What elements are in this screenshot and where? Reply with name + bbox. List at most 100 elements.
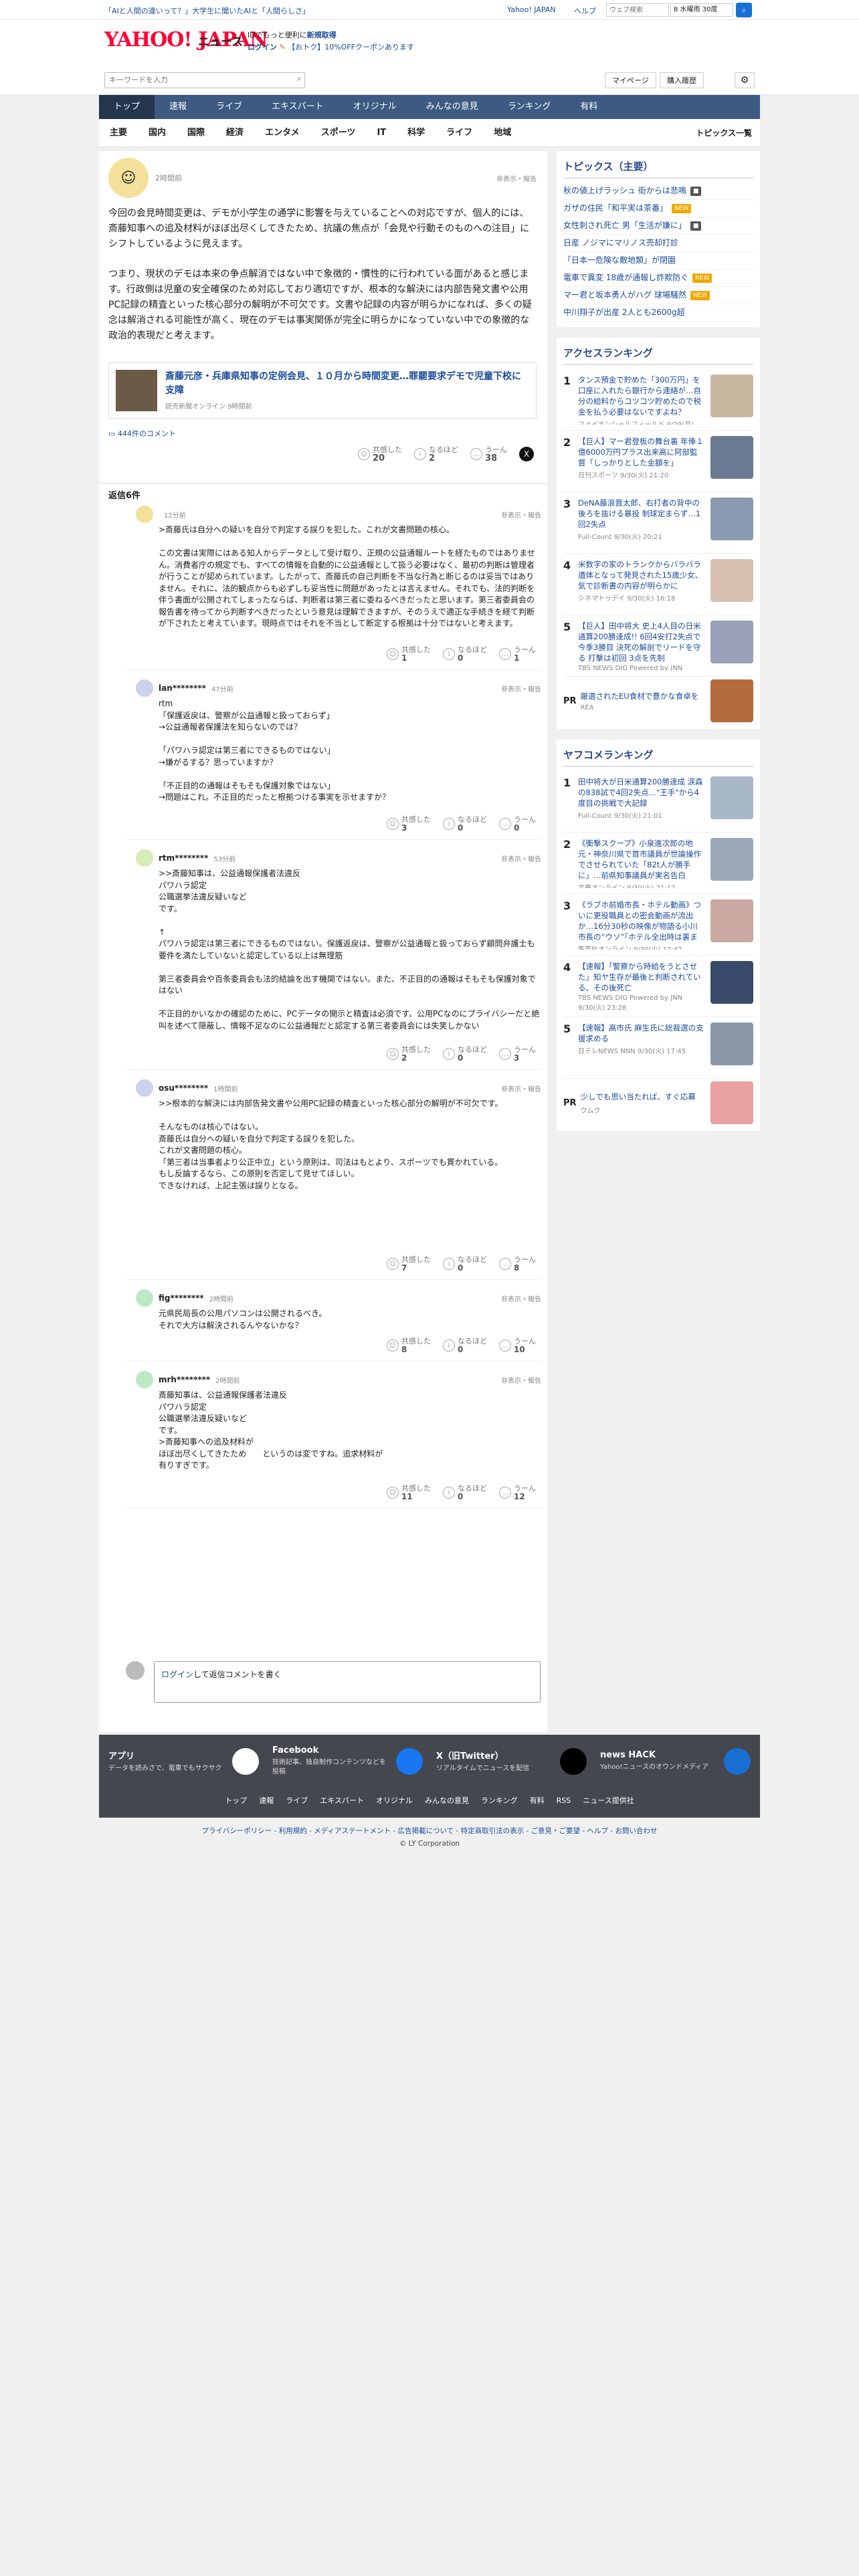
ranking-item[interactable]: 3 《ラブホ前婚市長・ホテル動画》ついに更役職員との密会動画が流出か…16分30秒… xyxy=(563,894,753,956)
pr-ad-link[interactable]: 厳選されたEU食材で豊かな食卓を xyxy=(581,691,706,702)
topic-item[interactable]: ガザの住民「和平実は茶番」 NEW xyxy=(563,200,753,217)
footer-link[interactable]: オリジナル xyxy=(376,1795,413,1806)
footer-link[interactable]: ライブ xyxy=(286,1795,308,1806)
category-tab-5[interactable]: スポーツ xyxy=(310,119,367,147)
insight-button[interactable]: i なるほど 0 xyxy=(443,1337,487,1354)
report-link[interactable]: 非表示・報告 xyxy=(501,853,541,863)
article-card[interactable]: 斎藤元彦・兵庫県知事の定例会見、１０月から時間変更…罪罷要求デモで児童下校に支障… xyxy=(108,362,537,419)
report-link[interactable]: 非表示・報告 xyxy=(501,1083,541,1093)
reply-login-link[interactable]: ログイン xyxy=(161,1670,193,1679)
ranking-item[interactable]: 1 田中将大が日米通算200勝達成 涙森の838試で4回2失点…"王手"から4度目… xyxy=(563,771,753,833)
category-tab-1[interactable]: 国内 xyxy=(138,119,177,147)
search-icon[interactable]: ⌕ xyxy=(297,74,302,84)
insight-button[interactable]: i なるほど 0 xyxy=(443,645,487,663)
category-tab-8[interactable]: ライフ xyxy=(436,119,483,147)
insight-button[interactable]: i なるほど 2 xyxy=(414,445,458,463)
search-icon[interactable]: ⌕ xyxy=(736,3,752,17)
mypage-button[interactable]: マイページ xyxy=(605,72,656,88)
footer-link[interactable]: RSS xyxy=(557,1796,571,1805)
purchase-history-button[interactable]: 購入履歴 xyxy=(660,72,704,88)
report-link[interactable]: 非表示・報告 xyxy=(496,173,537,183)
hmm-button[interactable]: … うーん 0 xyxy=(499,815,536,833)
topic-item[interactable]: マー君と坂本勇人がハグ 球場騒然 NEW xyxy=(563,287,753,304)
nav-tab-0[interactable]: トップ xyxy=(99,95,155,119)
reply-user[interactable]: lan******** xyxy=(159,683,206,693)
help-link[interactable]: ヘルプ xyxy=(574,5,596,16)
topic-item[interactable]: 「日本一危険な敷地類」が閉園 xyxy=(563,252,753,270)
nav-tab-4[interactable]: オリジナル xyxy=(339,95,411,119)
comment-count-link[interactable]: ▭ 444件のコメント xyxy=(108,428,537,439)
footer-link[interactable]: トップ xyxy=(225,1795,247,1806)
empathy-button[interactable]: ☺ 共感した 8 xyxy=(387,1337,431,1354)
topic-item[interactable]: 電車で異変 18歳が通報し詐欺防ぐ NEW xyxy=(563,270,753,287)
hmm-button[interactable]: … うーん 10 xyxy=(499,1337,536,1354)
footer-link[interactable]: ランキング xyxy=(481,1795,518,1806)
empathy-button[interactable]: ☺ 共感した 7 xyxy=(387,1255,431,1273)
ranking-item[interactable]: 2 《衝撃スクープ》小泉進次郎の地元・神奈川県で首市議員が世論操作でさせられていた… xyxy=(563,833,753,894)
empathy-button[interactable]: ☺ 共感した 1 xyxy=(387,645,431,663)
category-tab-9[interactable]: 地域 xyxy=(483,119,522,147)
gear-icon[interactable]: ⚙ xyxy=(735,72,755,88)
hmm-button[interactable]: … うーん 1 xyxy=(499,645,536,663)
promo-link[interactable]: 「AIと人間の違いって？」大学生に聞いたAIと「人間らしさ」 xyxy=(104,5,310,16)
empathy-button[interactable]: ☺ 共感した 20 xyxy=(358,445,402,463)
ranking-item[interactable]: 3 DeNA藤浪晋太郎、右打者の背中の後ろを抜ける暴投 制球定まらず…1回2失点 F… xyxy=(563,492,753,554)
footer-link[interactable]: ニュース提供社 xyxy=(583,1795,634,1806)
keyword-search-input[interactable] xyxy=(104,72,305,88)
topic-item[interactable]: 秋の値上げラッシュ 街からは悲鳴 ■ xyxy=(563,183,753,200)
report-link[interactable]: 非表示・報告 xyxy=(501,1375,541,1385)
nav-tab-5[interactable]: みんなの意見 xyxy=(411,95,493,119)
ranking-item[interactable]: 5 【速報】高市氏 麻生氏に総裁選の支援求める 日テレNEWS NNN 9/30(火… xyxy=(563,1017,753,1079)
reply-input[interactable]: ログインして返信コメントを書く xyxy=(154,1661,541,1703)
ranking-item[interactable]: 4 米数字の家のトランクからバラバラ遺体となって発見された15歳少女、気で診断書の… xyxy=(563,554,753,615)
footer-link[interactable]: みんなの意見 xyxy=(425,1795,469,1806)
topics-list-link[interactable]: トピックス一覧 xyxy=(696,127,760,138)
pr-ad-link[interactable]: 少しでも思い当たれば、すぐ応募 xyxy=(581,1091,706,1102)
ranking-item[interactable]: 2 【巨人】マー君登板の舞台裏 年俸１億6000万円プラス出来高に阿部監督「しっか… xyxy=(563,431,753,492)
hmm-button[interactable]: … うーん 12 xyxy=(499,1484,536,1501)
hmm-button[interactable]: … うーん 3 xyxy=(499,1045,536,1063)
nav-tab-2[interactable]: ライブ xyxy=(201,95,257,119)
footer-promo[interactable]: X（旧Twitter） リアルタイムでニュースを配信 xyxy=(436,1747,587,1775)
insight-button[interactable]: i なるほど 0 xyxy=(443,815,487,833)
empathy-button[interactable]: ☺ 共感した 2 xyxy=(387,1045,431,1063)
reply-user[interactable]: rtm******** xyxy=(159,853,208,863)
coupon-link[interactable]: 【おトク】10%OFFクーポンあります xyxy=(288,43,414,51)
insight-button[interactable]: i なるほど 0 xyxy=(443,1484,487,1501)
id-signup-link[interactable]: 新規取得 xyxy=(307,31,337,39)
pr-ad-image[interactable] xyxy=(710,1081,753,1124)
legal-links[interactable]: プライバシーポリシー - 利用規約 - メディアステートメント - 広告掲載につ… xyxy=(0,1826,859,1836)
category-tab-0[interactable]: 主要 xyxy=(99,119,138,147)
topic-item[interactable]: 中川翔子が出産 2人とも2600g超 xyxy=(563,304,753,322)
footer-link[interactable]: 速報 xyxy=(259,1795,274,1806)
hmm-button[interactable]: … うーん 8 xyxy=(499,1255,536,1273)
category-tab-7[interactable]: 科学 xyxy=(397,119,436,147)
empathy-button[interactable]: ☺ 共感した 11 xyxy=(387,1484,431,1501)
report-link[interactable]: 非表示・報告 xyxy=(501,1293,541,1303)
pr-ad-image[interactable] xyxy=(710,679,753,722)
topic-item[interactable]: 日産 ノジマにマリノス売却打診 xyxy=(563,235,753,252)
reply-user[interactable]: osu******** xyxy=(159,1083,208,1093)
ranking-item[interactable]: 1 タンス預金で貯めた「300万円」を口座に入れたら銀行から連絡が…自分の給料から… xyxy=(563,369,753,431)
ranking-item[interactable]: 4 【速報】「警察から時給をうとさせた」知ヤ生存が最後と判断されている、その後死亡… xyxy=(563,956,753,1017)
footer-promo[interactable]: アプリ データを読みさで、電車でもサクサク xyxy=(108,1747,259,1775)
report-link[interactable]: 非表示・報告 xyxy=(501,510,541,520)
nav-tab-7[interactable]: 有料 xyxy=(565,95,612,119)
category-tab-6[interactable]: IT xyxy=(366,119,397,147)
reply-user[interactable]: fig******** xyxy=(159,1293,204,1303)
category-tab-3[interactable]: 経済 xyxy=(215,119,254,147)
x-share-icon[interactable]: X xyxy=(519,447,534,461)
reply-user[interactable]: mrh******** xyxy=(159,1375,210,1384)
report-link[interactable]: 非表示・報告 xyxy=(501,683,541,693)
empathy-button[interactable]: ☺ 共感した 3 xyxy=(387,815,431,833)
footer-promo[interactable]: Facebook 技術記事、独自制作コンテンツなどを投稿 xyxy=(272,1745,423,1777)
web-search-input[interactable] xyxy=(606,3,669,17)
footer-promo[interactable]: news HACK Yahoo!ニュースのオウンドメディア xyxy=(600,1747,751,1775)
topic-item[interactable]: 女性刺され死亡 男「生活が嫌に」 ■ xyxy=(563,217,753,235)
nav-tab-6[interactable]: ランキング xyxy=(493,95,566,119)
hmm-button[interactable]: … うーん 38 xyxy=(470,445,507,463)
login-link[interactable]: ログイン xyxy=(248,43,277,51)
insight-button[interactable]: i なるほど 0 xyxy=(443,1255,487,1273)
nav-tab-1[interactable]: 速報 xyxy=(155,95,201,119)
footer-link[interactable]: エキスパート xyxy=(320,1795,364,1806)
